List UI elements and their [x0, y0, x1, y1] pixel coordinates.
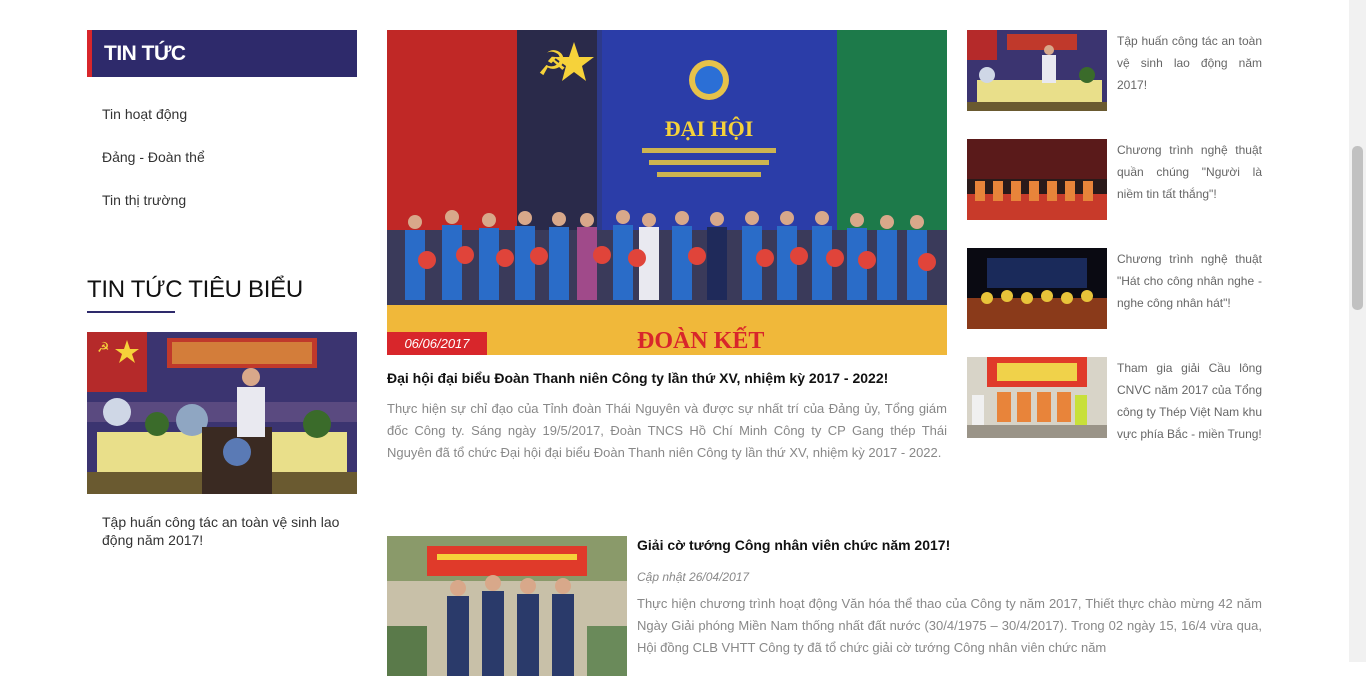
- side-article-1-image[interactable]: [967, 30, 1107, 111]
- sidebar-item-tin-thi-truong[interactable]: Tin thị trường: [102, 192, 186, 208]
- featured-news-image[interactable]: ☭: [87, 332, 357, 494]
- banner-title: ĐẠI HỘI: [665, 116, 754, 141]
- side-article-4-image[interactable]: [967, 357, 1107, 438]
- page-scrollbar[interactable]: [1349, 0, 1366, 662]
- svg-text:☭: ☭: [97, 340, 110, 356]
- article-date-badge: 06/06/2017: [387, 332, 487, 355]
- sidebar-item-dang-doan-the[interactable]: Đảng - Đoàn thể: [102, 149, 205, 165]
- heading-underline: [87, 311, 175, 313]
- category-title: TIN TỨC: [104, 42, 186, 65]
- article-2-title[interactable]: Giải cờ tướng Công nhân viên chức năm 20…: [637, 537, 950, 553]
- side-article-4-title[interactable]: Tham gia giải Cầu lông CNVC năm 2017 của…: [1117, 357, 1262, 445]
- side-article-4-title-text: Tham gia giải Cầu lông CNVC năm 2017 của…: [1117, 361, 1262, 441]
- sidebar-item-tin-hoat-dong[interactable]: Tin hoạt động: [102, 106, 187, 122]
- side-article-1-title[interactable]: Tập huấn công tác an toàn vệ sinh lao độ…: [1117, 30, 1262, 96]
- side-article-2-image[interactable]: [967, 139, 1107, 220]
- main-article-summary: Thực hiện sự chỉ đạo của Tỉnh đoàn Thái …: [387, 401, 947, 460]
- article-2-summary: Thực hiện chương trình hoạt động Văn hóa…: [637, 596, 1262, 655]
- main-article-title[interactable]: Đại hội đại biểu Đoàn Thanh niên Công ty…: [387, 370, 947, 386]
- side-article-3-title[interactable]: Chương trình nghệ thuật "Hát cho công nh…: [1117, 248, 1262, 314]
- article-2-date: Cập nhật 26/04/2017: [637, 570, 750, 584]
- main-article-image[interactable]: ☭ ĐẠI HỘI ĐOÀN KẾT: [387, 30, 947, 355]
- article-2-image[interactable]: [387, 536, 627, 676]
- side-article-3-image[interactable]: [967, 248, 1107, 329]
- featured-news-heading: TIN TỨC TIÊU BIỂU: [87, 276, 303, 303]
- stage-banner-text: ĐOÀN KẾT: [637, 327, 764, 354]
- featured-news-caption[interactable]: Tập huấn công tác an toàn vệ sinh lao độ…: [102, 513, 342, 549]
- category-header: TIN TỨC: [87, 30, 357, 77]
- scrollbar-thumb[interactable]: [1352, 146, 1363, 310]
- side-article-2-title[interactable]: Chương trình nghệ thuật quần chúng "Ngườ…: [1117, 139, 1262, 205]
